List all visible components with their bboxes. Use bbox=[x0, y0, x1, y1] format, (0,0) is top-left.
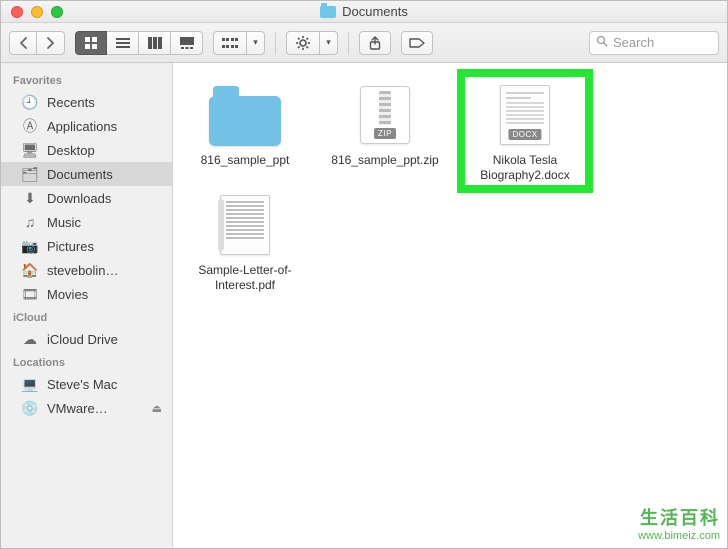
sidebar-item-label: Downloads bbox=[47, 191, 111, 206]
file-name: 816_sample_ppt.zip bbox=[331, 153, 438, 168]
file-item[interactable]: ZIP 816_sample_ppt.zip bbox=[327, 83, 443, 183]
file-name: Nikola Tesla Biography2.docx bbox=[467, 153, 583, 183]
disc-icon: 💿 bbox=[21, 400, 39, 417]
search-field[interactable]: Search bbox=[589, 31, 719, 55]
file-name: Sample-Letter-of-Interest.pdf bbox=[187, 263, 303, 293]
downloads-icon: ⬇︎ bbox=[21, 190, 39, 207]
toolbar-divider bbox=[275, 32, 276, 54]
sidebar-item-desktop[interactable]: 🖥 Desktop bbox=[1, 138, 172, 162]
file-name: 816_sample_ppt bbox=[201, 153, 290, 168]
sidebar: Favorites 🕘 Recents Ⓐ Applications 🖥 Deskto… bbox=[1, 63, 173, 548]
group-icon bbox=[222, 37, 238, 49]
list-icon bbox=[116, 37, 130, 49]
pictures-icon: 📷 bbox=[21, 238, 39, 255]
chevron-down-icon: ▾ bbox=[320, 31, 338, 55]
sidebar-item-movies[interactable]: 🎞 Movies bbox=[1, 282, 172, 306]
group-by-menu[interactable]: ▾ bbox=[213, 31, 265, 55]
folder-icon bbox=[205, 83, 285, 147]
finder-window: Documents bbox=[0, 0, 728, 549]
titlebar[interactable]: Documents bbox=[1, 1, 727, 23]
sidebar-item-label: VMware… bbox=[47, 401, 108, 416]
file-item[interactable]: Sample-Letter-of-Interest.pdf bbox=[187, 193, 303, 293]
sidebar-section-locations: Locations bbox=[1, 351, 172, 372]
window-title-text: Documents bbox=[342, 4, 408, 19]
docx-file-icon: DOCX bbox=[485, 83, 565, 147]
folder-icon bbox=[320, 6, 336, 18]
desktop-icon: 🖥 bbox=[21, 142, 39, 159]
columns-icon bbox=[148, 37, 162, 49]
pdf-file-icon bbox=[205, 193, 285, 257]
sidebar-item-label: Steve's Mac bbox=[47, 377, 117, 392]
cloud-icon: ☁︎ bbox=[21, 331, 39, 348]
list-view-button[interactable] bbox=[107, 31, 139, 55]
home-icon: 🏠 bbox=[21, 262, 39, 279]
sidebar-section-favorites: Favorites bbox=[1, 69, 172, 90]
icon-view-button[interactable] bbox=[75, 31, 107, 55]
sidebar-item-music[interactable]: ♫ Music bbox=[1, 210, 172, 234]
movies-icon: 🎞 bbox=[21, 286, 39, 303]
sidebar-item-label: Applications bbox=[47, 119, 117, 134]
sidebar-item-label: Recents bbox=[47, 95, 95, 110]
sidebar-item-home[interactable]: 🏠 stevebolin… bbox=[1, 258, 172, 282]
chevron-left-icon bbox=[19, 37, 28, 49]
file-item[interactable]: DOCX Nikola Tesla Biography2.docx bbox=[467, 83, 583, 183]
share-icon bbox=[369, 36, 381, 50]
window-controls bbox=[1, 6, 63, 18]
file-item[interactable]: 816_sample_ppt bbox=[187, 83, 303, 183]
chevron-down-icon: ▾ bbox=[247, 31, 265, 55]
applications-icon: Ⓐ bbox=[21, 116, 39, 136]
sidebar-item-pictures[interactable]: 📷 Pictures bbox=[1, 234, 172, 258]
grid-icon bbox=[84, 36, 98, 50]
music-icon: ♫ bbox=[21, 214, 39, 230]
sidebar-item-applications[interactable]: Ⓐ Applications bbox=[1, 114, 172, 138]
sidebar-item-vmware[interactable]: 💿 VMware… ⏏ bbox=[1, 396, 172, 420]
gallery-view-button[interactable] bbox=[171, 31, 203, 55]
sidebar-item-label: Pictures bbox=[47, 239, 94, 254]
gear-icon-svg bbox=[296, 36, 310, 50]
toolbar: ▾ ▾ Search bbox=[1, 23, 727, 63]
search-icon bbox=[596, 35, 608, 50]
back-button[interactable] bbox=[9, 31, 37, 55]
sidebar-item-label: iCloud Drive bbox=[47, 332, 118, 347]
view-mode-segment bbox=[75, 31, 203, 55]
file-grid[interactable]: 816_sample_ppt ZIP 816_sample_ppt.zip DO… bbox=[173, 63, 727, 548]
zoom-window-button[interactable] bbox=[51, 6, 63, 18]
tags-button[interactable] bbox=[401, 31, 433, 55]
clock-icon: 🕘 bbox=[21, 94, 39, 111]
sidebar-item-recents[interactable]: 🕘 Recents bbox=[1, 90, 172, 114]
column-view-button[interactable] bbox=[139, 31, 171, 55]
sidebar-item-label: Music bbox=[47, 215, 81, 230]
action-menu[interactable]: ▾ bbox=[286, 31, 338, 55]
toolbar-divider bbox=[348, 32, 349, 54]
gallery-icon bbox=[180, 37, 194, 49]
sidebar-item-label: stevebolin… bbox=[47, 263, 119, 278]
nav-buttons bbox=[9, 31, 65, 55]
forward-button[interactable] bbox=[37, 31, 65, 55]
sidebar-item-icloud-drive[interactable]: ☁︎ iCloud Drive bbox=[1, 327, 172, 351]
chevron-right-icon bbox=[46, 37, 55, 49]
eject-icon[interactable]: ⏏ bbox=[152, 402, 162, 415]
share-button[interactable] bbox=[359, 31, 391, 55]
group-by-icon bbox=[213, 31, 247, 55]
search-placeholder: Search bbox=[613, 35, 654, 50]
zip-file-icon: ZIP bbox=[345, 83, 425, 147]
sidebar-item-label: Documents bbox=[47, 167, 113, 182]
sidebar-section-icloud: iCloud bbox=[1, 306, 172, 327]
tag-icon bbox=[409, 37, 425, 49]
sidebar-item-downloads[interactable]: ⬇︎ Downloads bbox=[1, 186, 172, 210]
window-body: Favorites 🕘 Recents Ⓐ Applications 🖥 Deskto… bbox=[1, 63, 727, 548]
sidebar-item-documents[interactable]: 🗂 Documents bbox=[1, 162, 172, 186]
sidebar-item-label: Desktop bbox=[47, 143, 95, 158]
minimize-window-button[interactable] bbox=[31, 6, 43, 18]
gear-icon bbox=[286, 31, 320, 55]
computer-icon: 💻 bbox=[21, 376, 39, 393]
documents-icon: 🗂 bbox=[21, 166, 39, 183]
sidebar-item-this-mac[interactable]: 💻 Steve's Mac bbox=[1, 372, 172, 396]
window-title: Documents bbox=[1, 4, 727, 19]
close-window-button[interactable] bbox=[11, 6, 23, 18]
sidebar-item-label: Movies bbox=[47, 287, 88, 302]
